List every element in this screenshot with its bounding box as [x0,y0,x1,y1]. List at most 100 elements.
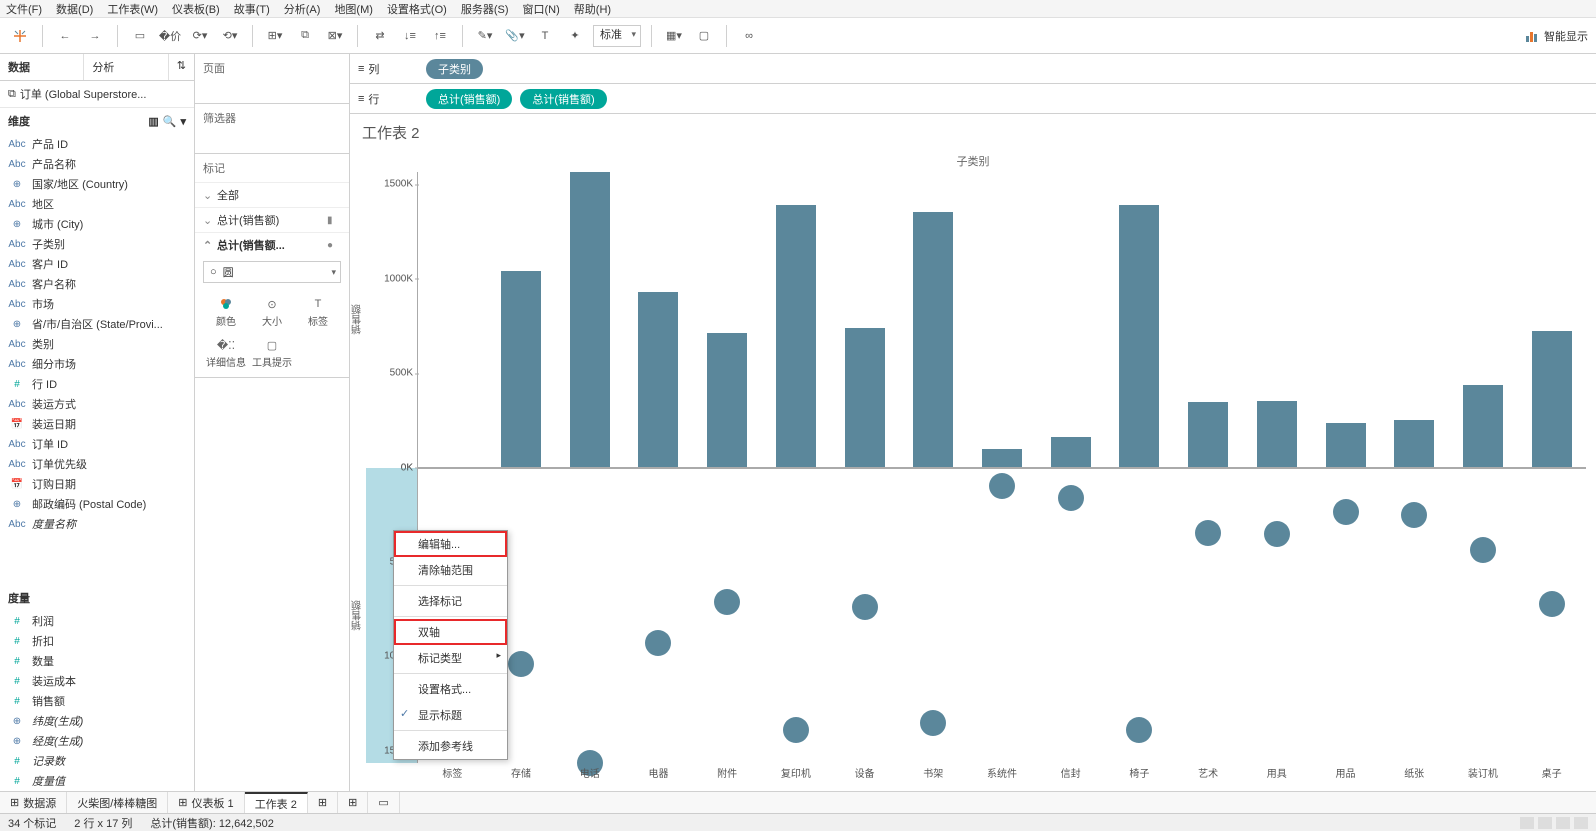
circle-mark[interactable] [1126,717,1152,743]
field-item[interactable]: #折扣 [0,631,194,651]
fit-select[interactable]: 标准 [593,25,641,47]
marks-m1[interactable]: ⌄总计(销售额)▮ [195,207,349,232]
menu-item[interactable]: 窗口(N) [523,1,560,17]
show-me-button[interactable]: 智能显示 [1526,28,1588,44]
tableau-logo-icon[interactable] [8,24,32,48]
menu-item[interactable]: 仪表板(B) [172,1,220,17]
field-item[interactable]: ⊕经度(生成) [0,731,194,751]
color-button[interactable]: 颜色 [203,291,249,332]
new-sheet-icon[interactable]: ⊞▾ [263,24,287,48]
field-item[interactable]: Abc装运方式 [0,394,194,414]
field-item[interactable]: Abc细分市场 [0,354,194,374]
datasource-tab[interactable]: ⊞数据源 [0,792,67,813]
field-item[interactable]: #度量值 [0,771,194,791]
field-item[interactable]: 📅订购日期 [0,474,194,494]
bar-mark[interactable] [1188,402,1228,466]
field-item[interactable]: Abc地区 [0,194,194,214]
pages-shelf[interactable]: 页面 [195,54,349,104]
field-item[interactable]: #装运成本 [0,671,194,691]
tab-menu-icon[interactable]: ⇅ [169,54,194,80]
sheet-title[interactable]: 工作表 2 [350,114,1596,151]
viz-canvas[interactable]: 工作表 2 子类别 销售额 0K500K1000K1500K 销售额 0K500… [350,114,1596,791]
rows-shelf[interactable]: ≡行 总计(销售额) 总计(销售额) [350,84,1596,114]
share-icon[interactable]: ∞ [737,24,761,48]
field-item[interactable]: Abc子类别 [0,234,194,254]
bar-mark[interactable] [982,449,1022,466]
menu-item[interactable]: 数据(D) [56,1,93,17]
view-icon-1[interactable] [1520,817,1534,829]
mark-type-select[interactable]: ○圆 [203,261,341,283]
ctx-show-header[interactable]: ✓显示标题 [394,702,507,728]
dashboard-tab[interactable]: ⊞仪表板 1 [168,792,244,813]
new-data-icon[interactable]: �价 [158,24,182,48]
new-story-icon[interactable]: ▭ [368,792,399,813]
ctx-clear-range[interactable]: 清除轴范围 [394,557,507,583]
label-icon[interactable]: T [533,24,557,48]
sheet-tab-2[interactable]: 工作表 2 [245,792,308,813]
circle-mark[interactable] [783,717,809,743]
clear-icon[interactable]: ⊠▾ [323,24,347,48]
view-icon[interactable]: ▥ [148,115,158,128]
bar-mark[interactable] [1051,437,1091,466]
bar-mark[interactable] [1463,385,1503,466]
label-button[interactable]: T标签 [295,291,341,332]
bar-mark[interactable] [1119,205,1159,467]
field-item[interactable]: #行 ID [0,374,194,394]
size-button[interactable]: ⊙大小 [249,291,295,332]
field-item[interactable]: 📅装运日期 [0,414,194,434]
pill-sales-1[interactable]: 总计(销售额) [426,89,512,109]
tab-analysis[interactable]: 分析 [84,54,168,80]
circle-mark[interactable] [1264,521,1290,547]
field-item[interactable]: ⊕国家/地区 (Country) [0,174,194,194]
bar-mark[interactable] [707,333,747,466]
sort-desc-icon[interactable]: ↑≡ [428,24,452,48]
save-icon[interactable]: ▭ [128,24,152,48]
duplicate-icon[interactable]: ⧉ [293,24,317,48]
field-item[interactable]: Abc产品 ID [0,134,194,154]
circle-mark[interactable] [1195,520,1221,546]
menu-item[interactable]: 分析(A) [284,1,321,17]
menu-item[interactable]: 帮助(H) [574,1,611,17]
ctx-select-marks[interactable]: 选择标记 [394,588,507,614]
new-dashboard-icon[interactable]: ⊞ [338,792,368,813]
field-item[interactable]: Abc产品名称 [0,154,194,174]
circle-mark[interactable] [508,651,534,677]
field-item[interactable]: Abc客户名称 [0,274,194,294]
refresh-icon[interactable]: ⟳▾ [188,24,212,48]
cards-icon[interactable]: ▦▾ [662,24,686,48]
bar-plot[interactable] [418,172,1586,468]
auto-update-icon[interactable]: ⟲▾ [218,24,242,48]
ctx-add-ref-line[interactable]: 添加参考线 [394,733,507,759]
forward-icon[interactable]: → [83,24,107,48]
bar-mark[interactable] [1257,401,1297,467]
ctx-edit-axis[interactable]: 编辑轴... [394,531,507,557]
circle-mark[interactable] [1333,499,1359,525]
menu-item[interactable]: 设置格式(O) [387,1,447,17]
ctx-dual-axis[interactable]: 双轴 [394,619,507,645]
menu-icon[interactable]: ▾ [180,115,186,128]
bar-mark[interactable] [501,271,541,467]
yaxis-1[interactable]: 0K500K1000K1500K [366,172,418,468]
circle-mark[interactable] [989,473,1015,499]
view-icon-2[interactable] [1538,817,1552,829]
field-item[interactable]: Abc类别 [0,334,194,354]
search-icon[interactable]: 🔍 [163,115,177,128]
marks-m2[interactable]: ⌃总计(销售额...● [195,232,349,257]
field-item[interactable]: Abc订单优先级 [0,454,194,474]
field-item[interactable]: ⊕省/市/自治区 (State/Provi... [0,314,194,334]
field-item[interactable]: Abc客户 ID [0,254,194,274]
bar-mark[interactable] [845,328,885,467]
tab-data[interactable]: 数据 [0,54,84,80]
menu-item[interactable]: 服务器(S) [461,1,509,17]
circle-mark[interactable] [852,594,878,620]
fix-icon[interactable]: ✦ [563,24,587,48]
pill-subcategory[interactable]: 子类别 [426,59,483,79]
bar-mark[interactable] [570,172,610,467]
ctx-format[interactable]: 设置格式... [394,676,507,702]
pill-sales-2[interactable]: 总计(销售额) [520,89,606,109]
bar-mark[interactable] [776,205,816,467]
field-item[interactable]: ⊕城市 (City) [0,214,194,234]
ctx-mark-type[interactable]: 标记类型 [394,645,507,671]
field-item[interactable]: ⊕纬度(生成) [0,711,194,731]
field-item[interactable]: #记录数 [0,751,194,771]
